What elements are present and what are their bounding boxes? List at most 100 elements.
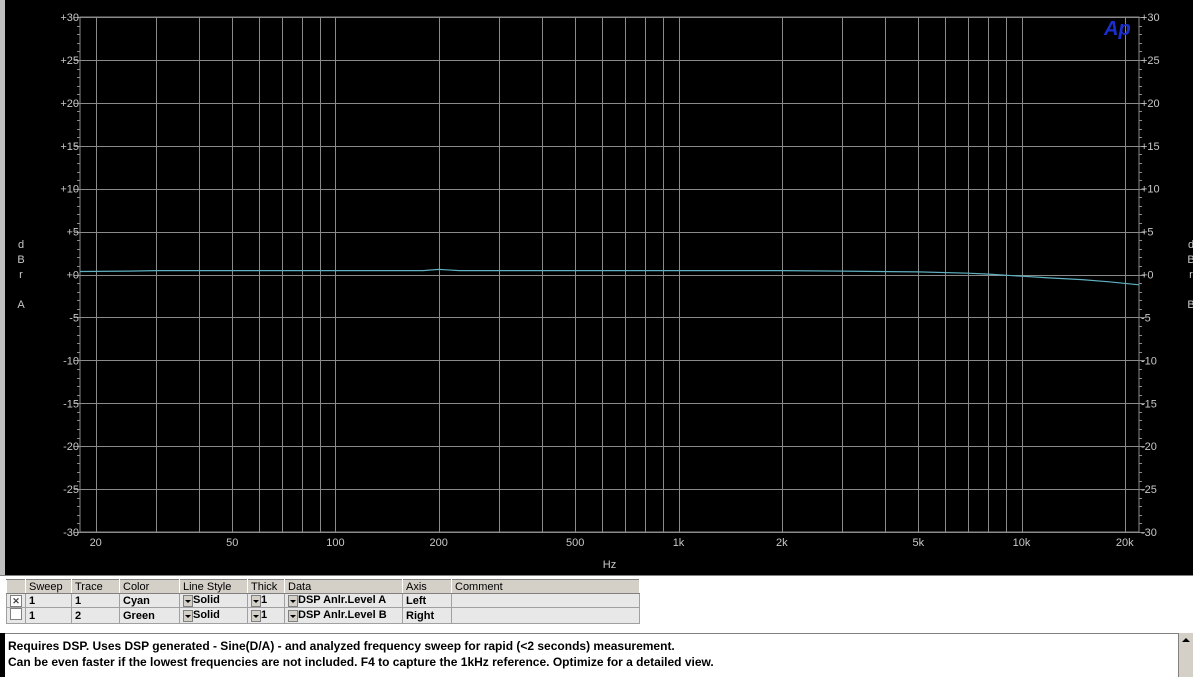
series-line <box>79 268 1140 286</box>
comment-text-area[interactable]: Requires DSP. Uses DSP generated - Sine(… <box>5 633 1193 677</box>
dropdown-arrow-icon[interactable] <box>288 609 298 622</box>
y-tick-label-left: +0 <box>66 270 79 282</box>
legend-row-sweep: 1 <box>25 607 72 624</box>
x-tick-label: 5k <box>912 537 924 549</box>
legend-header-comment[interactable]: Comment <box>451 579 640 594</box>
y-tick-label-left: +5 <box>66 227 79 239</box>
ap-logo: Ap <box>1103 18 1131 40</box>
y-tick-label-right: +30 <box>1141 12 1160 24</box>
y-tick-label-left: -25 <box>63 484 79 496</box>
legend-header-axis[interactable]: Axis <box>402 579 452 594</box>
y-tick-label-right: +20 <box>1141 98 1160 110</box>
legend-row: ✕ 1 1 Cyan Solid 1 DSP Anlr.Level A Left <box>6 593 640 608</box>
dropdown-arrow-icon[interactable] <box>288 594 298 607</box>
y-axis-label-right-char: d <box>1188 239 1193 251</box>
y-tick-label-right: +5 <box>1141 227 1154 239</box>
y-tick-label-right: +25 <box>1141 55 1160 67</box>
trace-enable-checkbox[interactable]: ✕ <box>10 594 22 607</box>
plot-border <box>79 16 1140 533</box>
legend-row-color-cell[interactable]: Green <box>119 607 180 624</box>
comment-line-1: Requires DSP. Uses DSP generated - Sine(… <box>8 639 675 653</box>
legend-row-comment[interactable] <box>451 607 640 624</box>
legend-row-trace: 2 <box>71 607 120 624</box>
legend-header-data[interactable]: Data <box>284 579 403 594</box>
axis-labels: +30 +30 +25 +25 +20 +20 +15 +15 +10 +10 +5 +5 +0 +0 -5… <box>17 12 1193 571</box>
y-tick-label-left: -5 <box>69 312 79 324</box>
legend-row-comment[interactable] <box>451 593 640 608</box>
legend-row-data-cell[interactable]: DSP Anlr.Level A <box>284 593 403 608</box>
legend-row-color: Green <box>123 609 155 622</box>
scroll-up-arrow-icon[interactable] <box>1182 638 1190 642</box>
legend-header-line-style[interactable]: Line Style <box>179 579 248 594</box>
series <box>79 268 1140 286</box>
legend-header-check <box>6 579 26 594</box>
legend-row-style-cell[interactable]: Solid <box>179 593 248 608</box>
legend-row-thick-cell[interactable]: 1 <box>247 607 285 624</box>
legend-row-axis[interactable]: Right <box>402 607 452 624</box>
legend-header-sweep[interactable]: Sweep <box>25 579 72 594</box>
x-tick-label: 100 <box>326 537 344 549</box>
y-axis-label-left-char: A <box>17 299 25 311</box>
trace-legend-table: Sweep Trace Color Line Style Thick Data … <box>6 579 640 624</box>
x-tick-label: 20 <box>90 537 102 549</box>
comment-line-2: Can be even faster if the lowest frequen… <box>8 655 714 669</box>
y-tick-label-right: -15 <box>1141 398 1157 410</box>
y-axis-label-left-char: r <box>19 269 23 281</box>
comment-scrollbar[interactable] <box>1178 633 1193 677</box>
x-tick-label: 500 <box>566 537 584 549</box>
trace-legend-panel: Sweep Trace Color Line Style Thick Data … <box>0 575 1193 633</box>
y-tick-label-right: -30 <box>1141 527 1157 539</box>
y-tick-label-left: +20 <box>60 98 79 110</box>
legend-row: 1 2 Green Solid 1 DSP Anlr.Level B Right <box>6 607 640 624</box>
y-tick-label-right: -5 <box>1141 312 1151 324</box>
y-tick-label-right: -10 <box>1141 355 1157 367</box>
x-tick-label: 200 <box>430 537 448 549</box>
legend-header-color[interactable]: Color <box>119 579 180 594</box>
dropdown-arrow-icon[interactable] <box>183 594 193 607</box>
legend-header-row: Sweep Trace Color Line Style Thick Data … <box>6 579 640 594</box>
y-tick-label-right: +10 <box>1141 184 1160 196</box>
y-tick-label-left: -10 <box>63 355 79 367</box>
y-axis-label-right-char: B <box>1187 254 1193 266</box>
y-tick-label-left: +25 <box>60 55 79 67</box>
grid <box>79 16 1140 533</box>
y-tick-label-left: -20 <box>63 441 79 453</box>
x-tick-label: 50 <box>226 537 238 549</box>
legend-row-style: Solid <box>193 594 220 607</box>
legend-row-thick-cell[interactable]: 1 <box>247 593 285 608</box>
y-axis-label-right-char: r <box>1189 269 1193 281</box>
y-axis-label-right-char: B <box>1187 299 1193 311</box>
legend-header-thick[interactable]: Thick <box>247 579 285 594</box>
legend-row-data-cell[interactable]: DSP Anlr.Level B <box>284 607 403 624</box>
graph-panel: +30 +30 +25 +25 +20 +20 +15 +15 +10 +10 +5 +5 +0 +0 -5… <box>0 0 1193 575</box>
y-tick-label-right: -20 <box>1141 441 1157 453</box>
y-tick-label-right: +15 <box>1141 141 1160 153</box>
dropdown-arrow-icon[interactable] <box>251 609 261 622</box>
legend-row-axis[interactable]: Left <box>402 593 452 608</box>
y-tick-label-left: +15 <box>60 141 79 153</box>
legend-row-style: Solid <box>193 609 220 622</box>
x-tick-label: 2k <box>776 537 788 549</box>
legend-row-data: DSP Anlr.Level A <box>298 594 387 607</box>
legend-row-color-cell[interactable]: Cyan <box>119 593 180 608</box>
y-tick-label-right: +0 <box>1141 270 1154 282</box>
dropdown-arrow-icon[interactable] <box>251 594 261 607</box>
legend-header-trace[interactable]: Trace <box>71 579 120 594</box>
legend-row-thick: 1 <box>261 609 268 622</box>
dropdown-arrow-icon[interactable] <box>183 609 193 622</box>
legend-row-check-cell <box>6 607 26 624</box>
y-tick-label-left: +10 <box>60 184 79 196</box>
legend-row-thick: 1 <box>261 594 268 607</box>
legend-row-check-cell: ✕ <box>6 593 26 608</box>
y-tick-label-left: +30 <box>60 12 79 24</box>
x-tick-label: 1k <box>673 537 685 549</box>
legend-row-color: Cyan <box>123 594 150 607</box>
trace-enable-checkbox[interactable] <box>10 608 22 620</box>
y-axis-label-left-char: d <box>18 239 24 251</box>
legend-row-style-cell[interactable]: Solid <box>179 607 248 624</box>
x-axis-label: Hz <box>603 559 616 571</box>
y-axis-label-left-char: B <box>17 254 24 266</box>
frequency-response-chart: +30 +30 +25 +25 +20 +20 +15 +15 +10 +10 +5 +5 +0 +0 -5… <box>17 12 1193 571</box>
y-tick-label-left: -15 <box>63 398 79 410</box>
legend-row-data: DSP Anlr.Level B <box>298 609 387 622</box>
